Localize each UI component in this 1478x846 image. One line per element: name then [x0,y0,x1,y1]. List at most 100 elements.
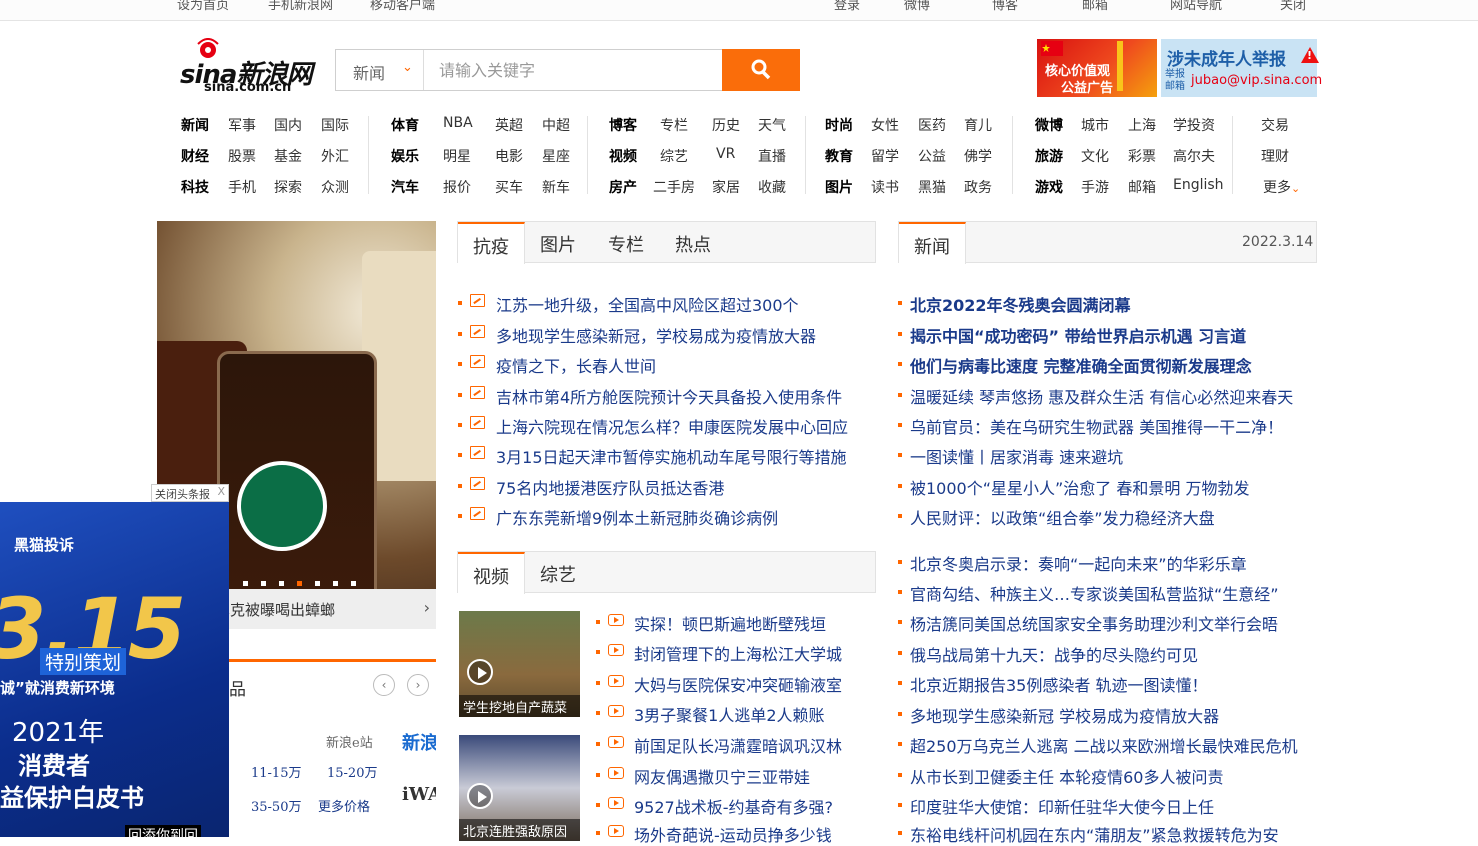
tab-news[interactable]: 新闻 [899,222,966,264]
nav-link[interactable]: 新车 [542,177,602,197]
carousel-dot[interactable] [351,581,356,586]
carousel-dot-active[interactable] [297,581,302,586]
topbar-link-sitemap[interactable]: 网站导航 [1170,0,1222,13]
carousel-dots[interactable] [243,571,369,589]
nav-more-link[interactable]: 更多⌄ [1263,177,1323,197]
bullet [898,831,902,835]
nav-link[interactable]: 收藏 [758,177,818,197]
bullet [898,651,902,655]
price-link[interactable]: 35-50万 [251,796,301,815]
video-icon [608,825,624,837]
ad-report-title: 涉未成年人举报 [1167,50,1286,70]
nav-link[interactable]: 二手房 [653,177,713,197]
search-button[interactable] [722,49,800,91]
tab-hot[interactable]: 热点 [660,222,726,263]
popup-tag: 特别策划 [40,648,127,675]
bullet [596,681,600,685]
divider [1232,116,1233,194]
image-icon [470,355,485,368]
nav-link[interactable]: 娱乐 [391,146,451,166]
nav-link[interactable]: 综艺 [660,146,720,166]
next-page-button[interactable]: › [407,674,429,696]
nav-link[interactable]: 佛学 [964,146,1024,166]
date-label: 2022.3.14 [1242,234,1314,250]
nav-link[interactable]: 专栏 [660,115,720,135]
price-link[interactable]: 11-15万 [251,762,301,781]
bullet [898,514,902,518]
tab-columns[interactable]: 专栏 [593,222,659,263]
carousel-dot[interactable] [279,581,284,586]
nav-link[interactable]: 学投资 [1173,115,1233,135]
prev-page-button[interactable]: ‹ [373,674,395,696]
popup-close-bar[interactable]: 关闭头条报 X [151,484,229,502]
bullet [458,362,462,366]
search-category-select[interactable]: 新闻 ⌄ [336,50,424,90]
chevron-right-icon[interactable]: › [424,598,430,617]
carousel-dot[interactable] [333,581,338,586]
minor-report-ad-banner[interactable]: 涉未成年人举报 ! 举报邮箱 jubao@vip.sina.com [1161,39,1322,97]
nav-link[interactable]: English [1173,177,1233,193]
search-input[interactable] [425,50,723,90]
topbar-link-app[interactable]: 移动客户端 [370,0,435,13]
nav-link[interactable]: 中超 [542,115,602,135]
logo-domain: sina.com.cn [204,80,292,95]
carousel-dot[interactable] [243,581,248,586]
bullet [458,423,462,427]
play-icon[interactable] [467,659,493,685]
nav-link[interactable]: 众测 [321,177,381,197]
nav-link[interactable]: 直播 [758,146,818,166]
tab-video[interactable]: 视频 [458,552,525,594]
nav-link[interactable]: 政务 [964,177,1024,197]
floating-popup-ad[interactable]: 黑猫投诉 3.15 特别策划 诚”就消费新环境 2021年 消费者 益保护白皮书… [0,502,229,837]
topbar-link-homepage[interactable]: 设为首页 [177,0,229,13]
more-prices-link[interactable]: 更多价格 [318,796,370,815]
topbar-link-mobile-sina[interactable]: 手机新浪网 [268,0,333,13]
topbar-link-weibo[interactable]: 微博 [904,0,930,13]
nav-link[interactable]: 星座 [542,146,602,166]
bullet [458,301,462,305]
nav-link[interactable]: 外汇 [321,146,381,166]
topbar-link-close[interactable]: 关闭 [1280,0,1306,13]
nav-link[interactable]: 明星 [443,146,503,166]
price-link[interactable]: 15-20万 [327,762,377,781]
tab-anti-epidemic[interactable]: 抗疫 [458,222,525,264]
topbar-link-mail[interactable]: 邮箱 [1082,0,1108,13]
topbar-link-login[interactable]: 登录 [834,0,860,13]
nav-link[interactable]: 国际 [321,115,381,135]
bullet [898,620,902,624]
bullet [458,453,462,457]
ad-text-2: 公益广告 [1061,81,1114,96]
popup-brand: 黑猫投诉 [14,536,75,554]
nav-link[interactable]: 高尔夫 [1173,146,1233,166]
topbar-link-blog[interactable]: 博客 [992,0,1018,13]
nav-link[interactable]: 育儿 [964,115,1024,135]
close-icon[interactable]: X [217,485,225,498]
sina-brand-label: 新浪 [402,733,436,754]
nav-link[interactable]: 天气 [758,115,818,135]
chevron-down-icon: ⌄ [1291,182,1301,195]
image-icon [470,386,485,399]
bullet [898,362,902,366]
divider [805,116,806,194]
popup-subtitle: 诚”就消费新环境 [0,679,115,697]
nav-link[interactable]: 报价 [443,177,503,197]
tab-pictures[interactable]: 图片 [525,222,591,263]
warning-icon: ! [1301,47,1319,63]
search-bar: 新闻 ⌄ [335,49,800,91]
nav-link[interactable]: 理财 [1261,146,1321,166]
public-service-ad-banner[interactable]: 核心价值观 公益广告 [1037,39,1157,97]
nav-link[interactable]: 汽车 [391,177,451,197]
sina-logo[interactable]: sina新浪网 sina.com.cn [180,38,312,96]
bullet [898,393,902,397]
carousel-dot[interactable] [261,581,266,586]
video-thumbnail[interactable]: 北京连胜强敌原因 [459,735,580,841]
video-thumbnail[interactable]: 学生挖地自产蔬菜 [459,611,580,717]
image-icon [470,325,485,338]
nav-link[interactable]: NBA [443,115,503,131]
play-icon[interactable] [467,783,493,809]
carousel-dot[interactable] [315,581,320,586]
tab-variety[interactable]: 综艺 [525,552,591,593]
nav-link[interactable]: 体育 [391,115,451,135]
nav-link[interactable]: 交易 [1261,115,1321,135]
bullet [596,831,600,835]
